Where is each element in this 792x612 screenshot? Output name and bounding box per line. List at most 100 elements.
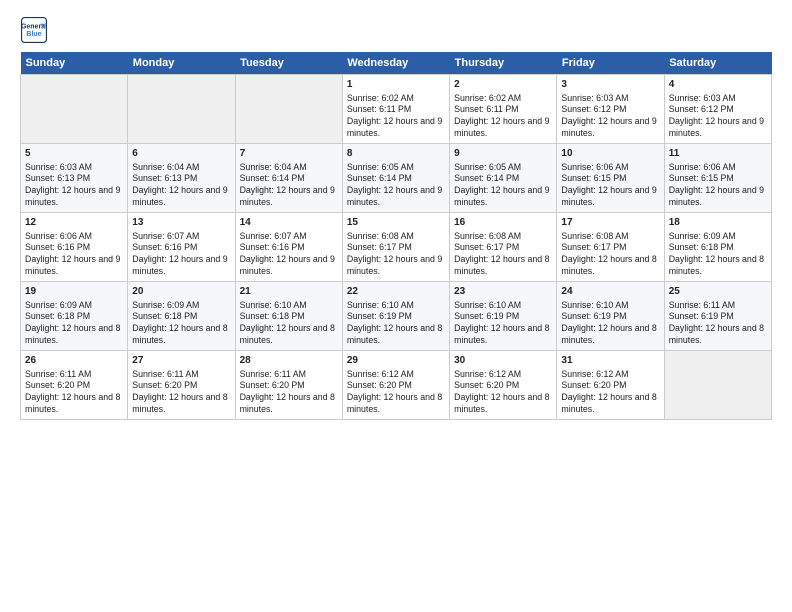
day-info: Daylight: 12 hours and 9 minutes. bbox=[454, 116, 552, 140]
day-info: Sunrise: 6:10 AM bbox=[347, 300, 445, 312]
calendar-cell: 10Sunrise: 6:06 AMSunset: 6:15 PMDayligh… bbox=[557, 144, 664, 213]
day-number: 5 bbox=[25, 147, 123, 161]
day-info: Sunrise: 6:05 AM bbox=[454, 162, 552, 174]
day-info: Daylight: 12 hours and 8 minutes. bbox=[347, 392, 445, 416]
day-number: 28 bbox=[240, 354, 338, 368]
day-number: 9 bbox=[454, 147, 552, 161]
calendar-table: SundayMondayTuesdayWednesdayThursdayFrid… bbox=[20, 52, 772, 420]
day-info: Sunset: 6:11 PM bbox=[347, 104, 445, 116]
day-info: Sunrise: 6:10 AM bbox=[240, 300, 338, 312]
day-number: 30 bbox=[454, 354, 552, 368]
day-info: Sunset: 6:13 PM bbox=[132, 173, 230, 185]
day-number: 12 bbox=[25, 216, 123, 230]
column-header-thursday: Thursday bbox=[450, 52, 557, 75]
day-info: Daylight: 12 hours and 9 minutes. bbox=[132, 185, 230, 209]
day-info: Daylight: 12 hours and 8 minutes. bbox=[561, 254, 659, 278]
day-info: Sunrise: 6:04 AM bbox=[240, 162, 338, 174]
day-info: Daylight: 12 hours and 9 minutes. bbox=[669, 185, 767, 209]
day-number: 27 bbox=[132, 354, 230, 368]
day-number: 21 bbox=[240, 285, 338, 299]
day-info: Sunset: 6:13 PM bbox=[25, 173, 123, 185]
day-info: Sunset: 6:15 PM bbox=[561, 173, 659, 185]
calendar-cell: 1Sunrise: 6:02 AMSunset: 6:11 PMDaylight… bbox=[342, 75, 449, 144]
day-info: Sunset: 6:14 PM bbox=[240, 173, 338, 185]
calendar-cell: 15Sunrise: 6:08 AMSunset: 6:17 PMDayligh… bbox=[342, 213, 449, 282]
day-info: Sunset: 6:20 PM bbox=[25, 380, 123, 392]
day-info: Sunrise: 6:10 AM bbox=[454, 300, 552, 312]
day-info: Sunrise: 6:06 AM bbox=[669, 162, 767, 174]
day-info: Sunset: 6:18 PM bbox=[240, 311, 338, 323]
calendar-cell: 7Sunrise: 6:04 AMSunset: 6:14 PMDaylight… bbox=[235, 144, 342, 213]
calendar-cell bbox=[664, 351, 771, 420]
day-number: 18 bbox=[669, 216, 767, 230]
day-info: Daylight: 12 hours and 9 minutes. bbox=[25, 185, 123, 209]
day-number: 7 bbox=[240, 147, 338, 161]
day-info: Daylight: 12 hours and 8 minutes. bbox=[669, 323, 767, 347]
day-info: Daylight: 12 hours and 9 minutes. bbox=[25, 254, 123, 278]
calendar-cell: 29Sunrise: 6:12 AMSunset: 6:20 PMDayligh… bbox=[342, 351, 449, 420]
column-header-wednesday: Wednesday bbox=[342, 52, 449, 75]
day-info: Sunrise: 6:06 AM bbox=[561, 162, 659, 174]
calendar-cell: 4Sunrise: 6:03 AMSunset: 6:12 PMDaylight… bbox=[664, 75, 771, 144]
day-info: Sunrise: 6:09 AM bbox=[669, 231, 767, 243]
day-info: Sunrise: 6:11 AM bbox=[240, 369, 338, 381]
day-info: Sunrise: 6:09 AM bbox=[25, 300, 123, 312]
day-number: 8 bbox=[347, 147, 445, 161]
calendar-cell bbox=[235, 75, 342, 144]
day-number: 15 bbox=[347, 216, 445, 230]
calendar-cell: 21Sunrise: 6:10 AMSunset: 6:18 PMDayligh… bbox=[235, 282, 342, 351]
day-info: Sunrise: 6:12 AM bbox=[454, 369, 552, 381]
day-info: Daylight: 12 hours and 9 minutes. bbox=[240, 254, 338, 278]
calendar-cell: 9Sunrise: 6:05 AMSunset: 6:14 PMDaylight… bbox=[450, 144, 557, 213]
day-info: Sunrise: 6:11 AM bbox=[669, 300, 767, 312]
day-number: 6 bbox=[132, 147, 230, 161]
calendar-cell: 27Sunrise: 6:11 AMSunset: 6:20 PMDayligh… bbox=[128, 351, 235, 420]
calendar-cell: 25Sunrise: 6:11 AMSunset: 6:19 PMDayligh… bbox=[664, 282, 771, 351]
day-info: Sunrise: 6:03 AM bbox=[561, 93, 659, 105]
calendar-cell bbox=[128, 75, 235, 144]
day-number: 24 bbox=[561, 285, 659, 299]
day-info: Sunset: 6:19 PM bbox=[669, 311, 767, 323]
day-info: Sunrise: 6:08 AM bbox=[561, 231, 659, 243]
column-header-friday: Friday bbox=[557, 52, 664, 75]
calendar-cell: 2Sunrise: 6:02 AMSunset: 6:11 PMDaylight… bbox=[450, 75, 557, 144]
day-number: 14 bbox=[240, 216, 338, 230]
day-number: 17 bbox=[561, 216, 659, 230]
calendar-cell: 23Sunrise: 6:10 AMSunset: 6:19 PMDayligh… bbox=[450, 282, 557, 351]
day-info: Sunset: 6:16 PM bbox=[132, 242, 230, 254]
day-info: Sunrise: 6:06 AM bbox=[25, 231, 123, 243]
day-info: Sunrise: 6:10 AM bbox=[561, 300, 659, 312]
day-info: Sunset: 6:16 PM bbox=[25, 242, 123, 254]
day-info: Daylight: 12 hours and 8 minutes. bbox=[25, 323, 123, 347]
calendar-cell: 28Sunrise: 6:11 AMSunset: 6:20 PMDayligh… bbox=[235, 351, 342, 420]
day-info: Sunset: 6:14 PM bbox=[454, 173, 552, 185]
column-header-tuesday: Tuesday bbox=[235, 52, 342, 75]
column-header-sunday: Sunday bbox=[21, 52, 128, 75]
day-number: 26 bbox=[25, 354, 123, 368]
calendar-cell: 12Sunrise: 6:06 AMSunset: 6:16 PMDayligh… bbox=[21, 213, 128, 282]
day-info: Daylight: 12 hours and 8 minutes. bbox=[240, 392, 338, 416]
calendar-cell: 11Sunrise: 6:06 AMSunset: 6:15 PMDayligh… bbox=[664, 144, 771, 213]
logo-icon: General Blue bbox=[20, 16, 48, 44]
day-number: 31 bbox=[561, 354, 659, 368]
day-info: Sunrise: 6:08 AM bbox=[454, 231, 552, 243]
day-info: Daylight: 12 hours and 8 minutes. bbox=[669, 254, 767, 278]
svg-text:Blue: Blue bbox=[26, 31, 41, 38]
day-info: Daylight: 12 hours and 9 minutes. bbox=[561, 116, 659, 140]
calendar-week-2: 5Sunrise: 6:03 AMSunset: 6:13 PMDaylight… bbox=[21, 144, 772, 213]
calendar-cell: 31Sunrise: 6:12 AMSunset: 6:20 PMDayligh… bbox=[557, 351, 664, 420]
calendar-cell: 24Sunrise: 6:10 AMSunset: 6:19 PMDayligh… bbox=[557, 282, 664, 351]
day-info: Sunrise: 6:03 AM bbox=[25, 162, 123, 174]
day-info: Sunset: 6:17 PM bbox=[347, 242, 445, 254]
column-header-monday: Monday bbox=[128, 52, 235, 75]
day-info: Sunset: 6:19 PM bbox=[561, 311, 659, 323]
day-number: 22 bbox=[347, 285, 445, 299]
day-info: Sunrise: 6:12 AM bbox=[561, 369, 659, 381]
calendar-cell: 16Sunrise: 6:08 AMSunset: 6:17 PMDayligh… bbox=[450, 213, 557, 282]
day-info: Daylight: 12 hours and 9 minutes. bbox=[669, 116, 767, 140]
calendar-cell: 3Sunrise: 6:03 AMSunset: 6:12 PMDaylight… bbox=[557, 75, 664, 144]
day-info: Sunrise: 6:11 AM bbox=[25, 369, 123, 381]
calendar-cell: 14Sunrise: 6:07 AMSunset: 6:16 PMDayligh… bbox=[235, 213, 342, 282]
calendar-cell: 26Sunrise: 6:11 AMSunset: 6:20 PMDayligh… bbox=[21, 351, 128, 420]
day-number: 29 bbox=[347, 354, 445, 368]
